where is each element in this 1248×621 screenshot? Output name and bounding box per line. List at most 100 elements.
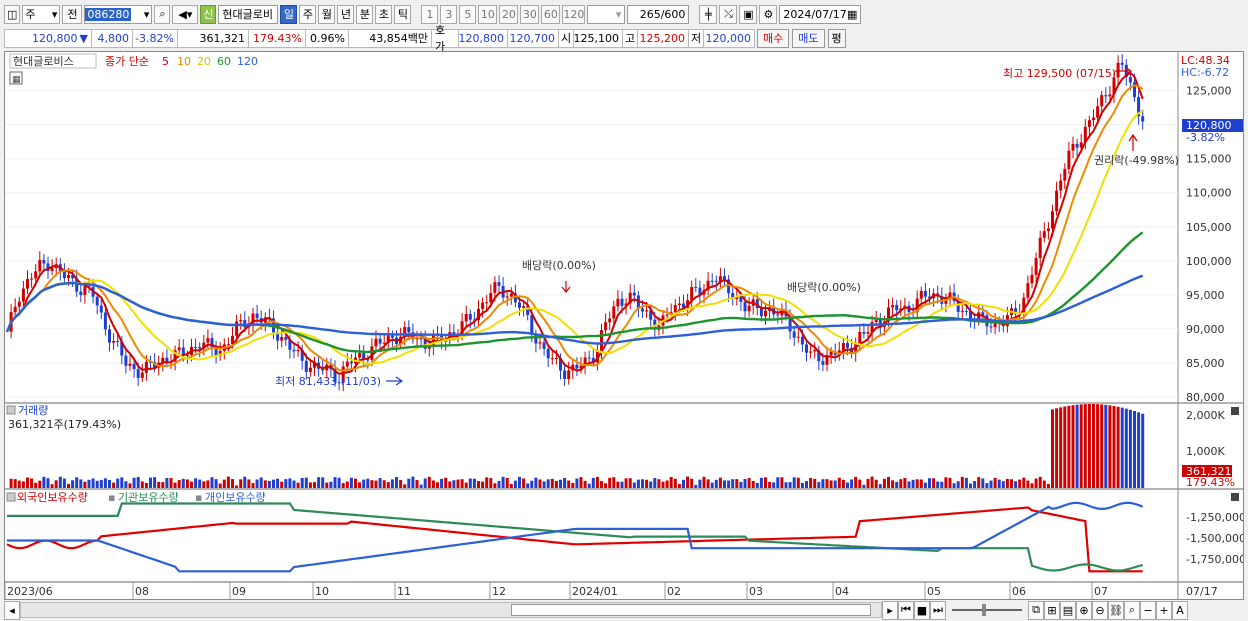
type-label: 주: [25, 8, 36, 21]
volume-bar: [321, 477, 325, 488]
volume-bar: [796, 477, 800, 488]
legend-separator: ▪: [195, 491, 202, 504]
x-axis-label: 07: [1094, 585, 1108, 598]
interval-button-30[interactable]: 30: [520, 4, 540, 24]
scrollbar-thumb[interactable]: [511, 604, 871, 616]
low-annotation: 최저 81,433 (11/03): [275, 375, 381, 388]
volume-bar: [382, 480, 386, 488]
window-split-icon[interactable]: ⊞: [1044, 600, 1060, 620]
volume-bar: [194, 478, 198, 488]
candle-body: [792, 331, 796, 338]
volume-bar: [1116, 406, 1120, 488]
volume-title: 거래량: [18, 404, 48, 417]
interval-button-20[interactable]: 20: [499, 4, 519, 24]
volume-bar: [620, 481, 624, 488]
interval-button-5[interactable]: 5: [459, 4, 477, 24]
candle-body: [1141, 116, 1145, 122]
volume-bar: [608, 477, 612, 488]
volume-bar: [805, 481, 808, 488]
candle-body: [374, 338, 378, 347]
volume-bar: [386, 482, 390, 488]
chart-tool-icon[interactable]: ⤯: [719, 4, 738, 24]
period-tab-tick[interactable]: 틱: [394, 4, 412, 24]
speaker-icon[interactable]: ◀▾: [172, 4, 199, 24]
scroll-right-icon[interactable]: ▸: [882, 600, 898, 620]
chart-area[interactable]: 현대글로비스 종가 단순 5 10 20 60 120 ▦ LC:48.34 H…: [4, 51, 1246, 600]
candle-body: [1055, 190, 1059, 212]
buy-button[interactable]: 매수: [757, 28, 790, 48]
data-count-field[interactable]: 265/600: [627, 4, 690, 24]
volume-bar: [46, 478, 50, 488]
candle-body: [1075, 143, 1079, 148]
volume-bar: [206, 480, 210, 488]
plus-icon[interactable]: +: [1156, 600, 1172, 620]
volume-bar: [874, 479, 878, 488]
volume-bar: [87, 479, 91, 488]
interval-button-3[interactable]: 3: [440, 4, 458, 24]
period-tab-week[interactable]: 주: [299, 4, 317, 24]
period-tab-day[interactable]: 일: [280, 4, 298, 24]
pane-toggle-icon[interactable]: [6, 492, 16, 502]
volume-bar: [710, 482, 714, 488]
interval-button-120[interactable]: 120: [562, 4, 586, 24]
stock-code-value: 086280: [85, 7, 132, 21]
chevron-down-icon: ▾: [615, 7, 622, 21]
copy-icon[interactable]: ⧉: [1028, 600, 1044, 620]
interval-button-10[interactable]: 10: [478, 4, 498, 24]
chart-canvas[interactable]: 현대글로비스 종가 단순 5 10 20 60 120 ▦ LC:48.34 H…: [4, 52, 1246, 599]
sell-button[interactable]: 매도: [792, 28, 825, 48]
last-page-icon[interactable]: ⏭: [930, 600, 946, 620]
open-price: 125,100: [573, 28, 623, 48]
scroll-left-icon[interactable]: ◂: [4, 600, 20, 620]
volume-bar: [944, 477, 948, 488]
zoom-slider-handle[interactable]: [982, 604, 986, 616]
volume-bar: [243, 476, 247, 488]
volume-tag-pct: 179.43%: [1186, 476, 1235, 489]
interval-button-60[interactable]: 60: [541, 4, 561, 24]
candle-body: [243, 320, 247, 328]
volume-bar: [1042, 480, 1046, 488]
stock-code-field[interactable]: 086280 ▾: [84, 4, 153, 24]
pane-toggle-icon[interactable]: [6, 405, 16, 415]
save-icon[interactable]: ▣: [739, 4, 758, 24]
period-tab-year[interactable]: 년: [337, 4, 355, 24]
volume-bar: [202, 481, 206, 488]
search-icon[interactable]: ⌕: [154, 4, 171, 24]
close-pane-icon[interactable]: [1231, 493, 1239, 501]
volume-bar: [759, 477, 763, 488]
prev-button[interactable]: 전: [62, 4, 83, 24]
volume-bar: [1055, 408, 1059, 488]
custom-interval-select[interactable]: ▾: [587, 4, 626, 24]
stock-name-field[interactable]: 현대글로비: [218, 4, 279, 24]
stop-icon[interactable]: ■: [914, 600, 930, 620]
volume-bar: [751, 480, 755, 488]
period-tab-second[interactable]: 초: [375, 4, 393, 24]
zoom-slider[interactable]: [952, 604, 1022, 616]
candle-body: [1108, 94, 1112, 97]
horizontal-scrollbar[interactable]: [20, 602, 882, 618]
zoom-out-icon[interactable]: ⊖: [1092, 600, 1108, 620]
close-pane-icon[interactable]: [1231, 407, 1239, 415]
minus-icon[interactable]: −: [1140, 600, 1156, 620]
period-tab-minute[interactable]: 분: [356, 4, 374, 24]
volume-bar: [960, 476, 964, 488]
gear-icon[interactable]: ⚙: [759, 4, 778, 24]
window-icon[interactable]: ◫: [4, 4, 21, 24]
volume-bar: [624, 478, 628, 488]
search-icon[interactable]: ⌕: [1124, 600, 1140, 620]
interval-button-1[interactable]: 1: [421, 4, 439, 24]
first-page-icon[interactable]: ⏮: [898, 600, 914, 620]
candle-body: [1116, 62, 1120, 78]
font-size-icon[interactable]: A: [1172, 600, 1188, 620]
type-select[interactable]: 주 ▾: [22, 4, 61, 24]
eval-button[interactable]: 평: [827, 28, 846, 48]
volume-bar: [546, 479, 550, 488]
x-axis-labels: 2023/06 08 09 10 11 12 2024/01 02 03 04 05 06 07: [4, 582, 1108, 599]
zoom-in-icon[interactable]: ⊕: [1076, 600, 1092, 620]
link-icon[interactable]: ⛓: [1108, 600, 1124, 620]
volume-bar: [54, 480, 58, 488]
period-tab-month[interactable]: 월: [318, 4, 336, 24]
candle-type-icon[interactable]: ╪: [699, 4, 718, 24]
layout-icon[interactable]: ▤: [1060, 600, 1076, 620]
date-field[interactable]: 2024/07/17 ▦: [779, 4, 862, 24]
